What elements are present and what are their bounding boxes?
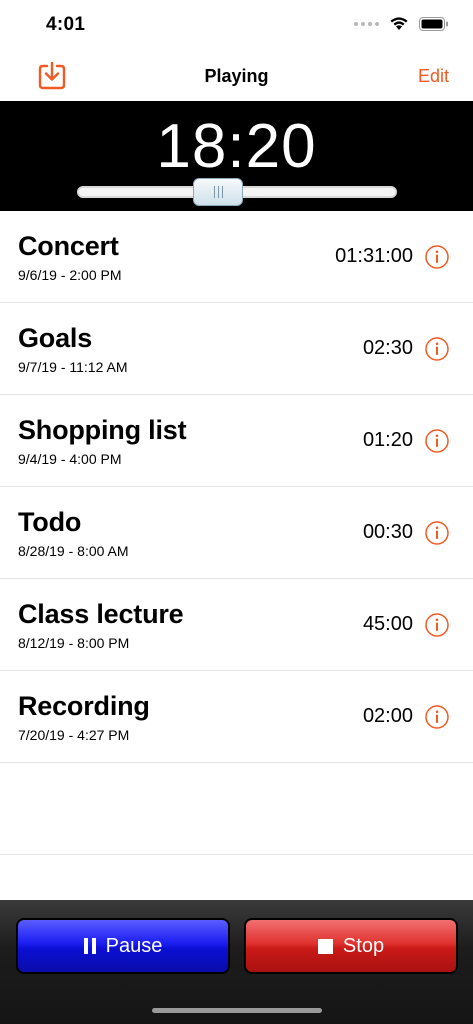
pause-label: Pause [105, 934, 163, 957]
wifi-icon [390, 17, 408, 30]
recording-title: Concert [18, 231, 119, 261]
recording-row[interactable]: Recording 7/20/19 - 4:27 PM 02:00 [0, 671, 473, 763]
slider-thumb[interactable] [193, 178, 243, 206]
stop-button[interactable]: Stop [244, 918, 458, 974]
recording-title: Class lecture [18, 599, 184, 629]
status-bar: 4:01 [0, 0, 473, 50]
edit-button[interactable]: Edit [418, 66, 449, 87]
battery-icon [419, 16, 448, 31]
info-icon[interactable] [425, 521, 449, 545]
pause-icon [83, 938, 96, 954]
info-icon[interactable] [425, 245, 449, 269]
stop-icon [317, 938, 333, 954]
empty-row [0, 763, 473, 855]
status-time: 4:01 [46, 14, 86, 35]
recording-title: Recording [18, 691, 150, 721]
info-icon[interactable] [425, 429, 449, 453]
recording-duration: 00:30 [362, 521, 413, 543]
recording-row[interactable]: Goals 9/7/19 - 11:12 AM 02:30 [0, 303, 473, 395]
recording-title: Shopping list [18, 415, 187, 445]
recording-date: 8/28/19 - 8:00 AM [18, 543, 129, 559]
pause-button[interactable]: Pause [16, 918, 230, 974]
recording-row[interactable]: Shopping list 9/4/19 - 4:00 PM 01:20 [0, 395, 473, 487]
info-icon[interactable] [425, 705, 449, 729]
playback-slider[interactable] [77, 178, 397, 206]
recording-date: 9/4/19 - 4:00 PM [18, 451, 122, 467]
recordings-list: Concert 9/6/19 - 2:00 PM 01:31:00 Goals 9/7/… [0, 211, 473, 855]
recording-duration: 45:00 [362, 613, 413, 635]
recording-row[interactable]: Class lecture 8/12/19 - 8:00 PM 45:00 [0, 579, 473, 671]
page-title: Playing [204, 66, 269, 86]
recording-date: 8/12/19 - 8:00 PM [18, 635, 130, 651]
stop-label: Stop [342, 934, 385, 957]
playback-time: 18:20 [156, 112, 317, 181]
recording-row[interactable]: Concert 9/6/19 - 2:00 PM 01:31:00 [0, 211, 473, 303]
recording-duration: 02:00 [362, 705, 413, 727]
recording-duration: 01:20 [362, 429, 413, 451]
recording-date: 9/6/19 - 2:00 PM [18, 267, 122, 283]
recording-title: Todo [18, 507, 82, 537]
info-icon[interactable] [425, 613, 449, 637]
recording-row[interactable]: Todo 8/28/19 - 8:00 AM 00:30 [0, 487, 473, 579]
home-indicator [152, 1008, 322, 1013]
status-indicators [354, 16, 449, 31]
playback-controls: Pause Stop [0, 900, 473, 1024]
cellular-signal-icon [354, 21, 379, 26]
recording-duration: 02:30 [362, 337, 413, 359]
recording-title: Goals [18, 323, 93, 353]
info-icon[interactable] [425, 337, 449, 361]
recording-date: 7/20/19 - 4:27 PM [18, 727, 130, 743]
recording-duration: 01:31:00 [335, 245, 413, 267]
navigation-bar: Playing Edit [0, 50, 473, 102]
recording-date: 9/7/19 - 11:12 AM [18, 359, 128, 375]
